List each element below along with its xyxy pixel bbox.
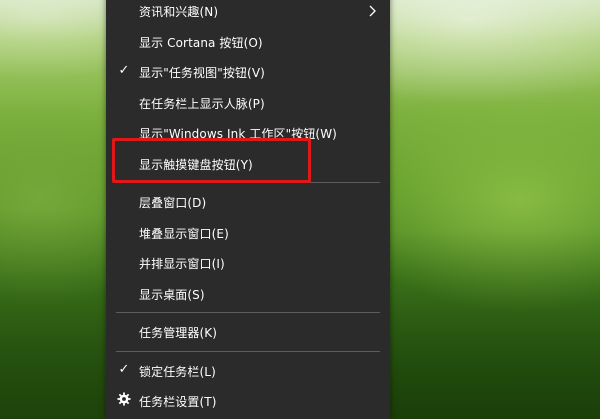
menu-item-show-desktop[interactable]: 显示桌面(S) xyxy=(106,279,390,309)
menu-item-cascade-windows[interactable]: 层叠窗口(D) xyxy=(106,187,390,217)
menu-item-news-and-interests[interactable]: 资讯和兴趣(N) xyxy=(106,0,390,26)
menu-item-label: 显示 Cortana 按钮(O) xyxy=(139,36,263,50)
wallpaper-shade-right xyxy=(380,230,600,419)
menu-item-label: 堆叠显示窗口(E) xyxy=(139,227,229,241)
menu-item-label: 并排显示窗口(I) xyxy=(139,257,225,271)
chevron-right-icon xyxy=(369,5,376,17)
menu-item-show-people[interactable]: 在任务栏上显示人脉(P) xyxy=(106,88,390,118)
menu-item-show-task-view-button[interactable]: ✓ 显示"任务视图"按钮(V) xyxy=(106,57,390,87)
menu-separator xyxy=(116,312,380,313)
menu-item-task-manager[interactable]: 任务管理器(K) xyxy=(106,317,390,347)
menu-item-label: 任务栏设置(T) xyxy=(139,395,217,409)
menu-item-label: 层叠窗口(D) xyxy=(139,196,207,210)
taskbar-context-menu: 资讯和兴趣(N) 显示 Cortana 按钮(O) ✓ 显示"任务视图"按钮(V… xyxy=(106,0,390,419)
gear-icon xyxy=(117,392,131,406)
menu-item-show-cortana-button[interactable]: 显示 Cortana 按钮(O) xyxy=(106,27,390,57)
menu-item-taskbar-settings[interactable]: 任务栏设置(T) xyxy=(106,386,390,416)
menu-item-lock-taskbar[interactable]: ✓ 锁定任务栏(L) xyxy=(106,356,390,386)
menu-item-label: 资讯和兴趣(N) xyxy=(139,5,219,19)
check-icon: ✓ xyxy=(118,63,130,78)
menu-item-label: 显示"任务视图"按钮(V) xyxy=(139,66,265,80)
menu-item-stack-windows[interactable]: 堆叠显示窗口(E) xyxy=(106,218,390,248)
menu-separator xyxy=(116,351,380,352)
menu-item-label: 锁定任务栏(L) xyxy=(139,365,216,379)
check-icon: ✓ xyxy=(118,362,130,377)
menu-item-label: 在任务栏上显示人脉(P) xyxy=(139,97,265,111)
menu-item-label: 任务管理器(K) xyxy=(139,326,218,340)
menu-item-label: 显示桌面(S) xyxy=(139,288,205,302)
menu-item-side-by-side-windows[interactable]: 并排显示窗口(I) xyxy=(106,248,390,278)
red-highlight-annotation xyxy=(112,138,311,183)
